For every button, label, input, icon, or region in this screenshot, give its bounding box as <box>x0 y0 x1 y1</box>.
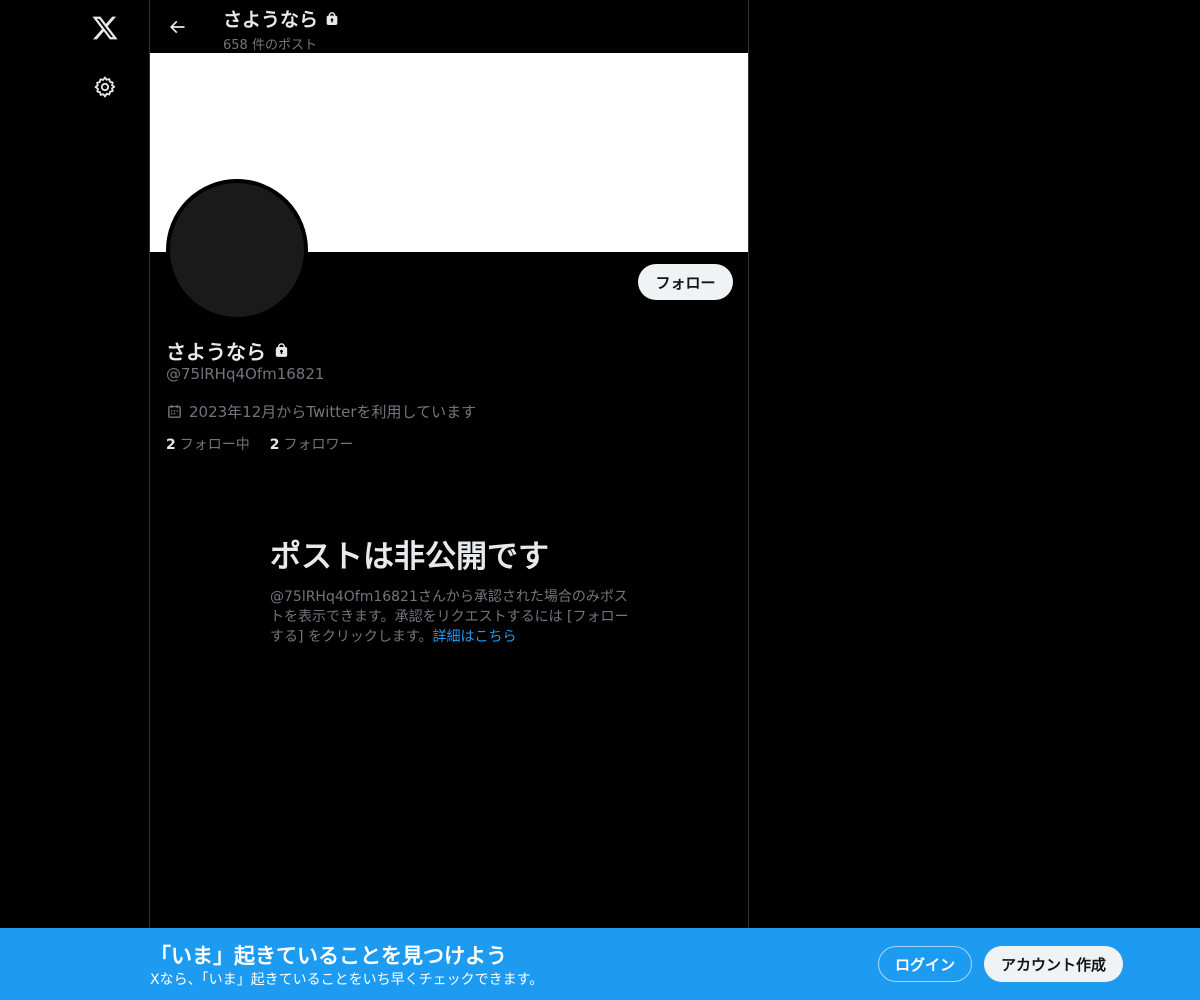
learn-more-link[interactable]: 詳細はこちら <box>433 629 517 645</box>
private-notice: ポストは非公開です @75lRHq4Ofm16821さんから承認された場合のみポ… <box>270 538 630 647</box>
x-logo-icon[interactable] <box>81 4 129 52</box>
signup-bar-title: 「いま」起きていることを見つけよう <box>150 944 507 968</box>
lock-icon <box>275 343 288 357</box>
header-name: さようなら <box>223 9 319 31</box>
following-label: フォロー中 <box>179 437 250 453</box>
private-title: ポストは非公開です <box>270 539 549 575</box>
followers-link[interactable]: 2 フォロワー <box>270 434 354 454</box>
lock-icon <box>326 11 338 25</box>
joined-text: 2023年12月からTwitterを利用しています <box>189 403 477 421</box>
profile-display-name: さようなら <box>166 340 266 364</box>
gear-icon[interactable] <box>81 63 129 111</box>
follow-button[interactable]: フォロー <box>638 264 733 300</box>
header-title: さようなら <box>223 5 340 32</box>
followers-count: 2 <box>269 437 280 453</box>
avatar[interactable] <box>166 179 308 321</box>
calendar-icon <box>168 405 181 418</box>
login-button[interactable]: ログイン <box>878 946 972 982</box>
private-description: @75lRHq4Ofm16821さんから承認された場合のみポストを表示できます。… <box>270 587 630 647</box>
signup-bar-subtitle: Xなら、「いま」起きていることをいち早くチェックできます。 <box>150 972 544 988</box>
profile-handle: @75lRHq4Ofm16821 <box>166 365 325 383</box>
create-account-button[interactable]: アカウント作成 <box>984 946 1123 982</box>
profile-column: さようなら 658 件のポスト フォロー さようなら @75lRHq4Ofm16… <box>149 0 749 1000</box>
back-button[interactable] <box>160 10 194 44</box>
follow-stats: 2 フォロー中 2 フォロワー <box>166 434 354 454</box>
followers-label: フォロワー <box>283 437 354 453</box>
profile-name: さようなら <box>166 336 290 365</box>
arrow-left-icon <box>169 20 185 34</box>
left-nav <box>0 0 150 1000</box>
post-count: 658 件のポスト <box>223 38 317 53</box>
profile-header: さようなら 658 件のポスト <box>150 0 748 53</box>
joined-date: 2023年12月からTwitterを利用しています <box>166 401 476 422</box>
following-link[interactable]: 2 フォロー中 <box>166 434 250 454</box>
following-count: 2 <box>166 437 176 453</box>
signup-bar: 「いま」起きていることを見つけよう Xなら、「いま」起きていることをいち早くチェ… <box>0 928 1200 1000</box>
